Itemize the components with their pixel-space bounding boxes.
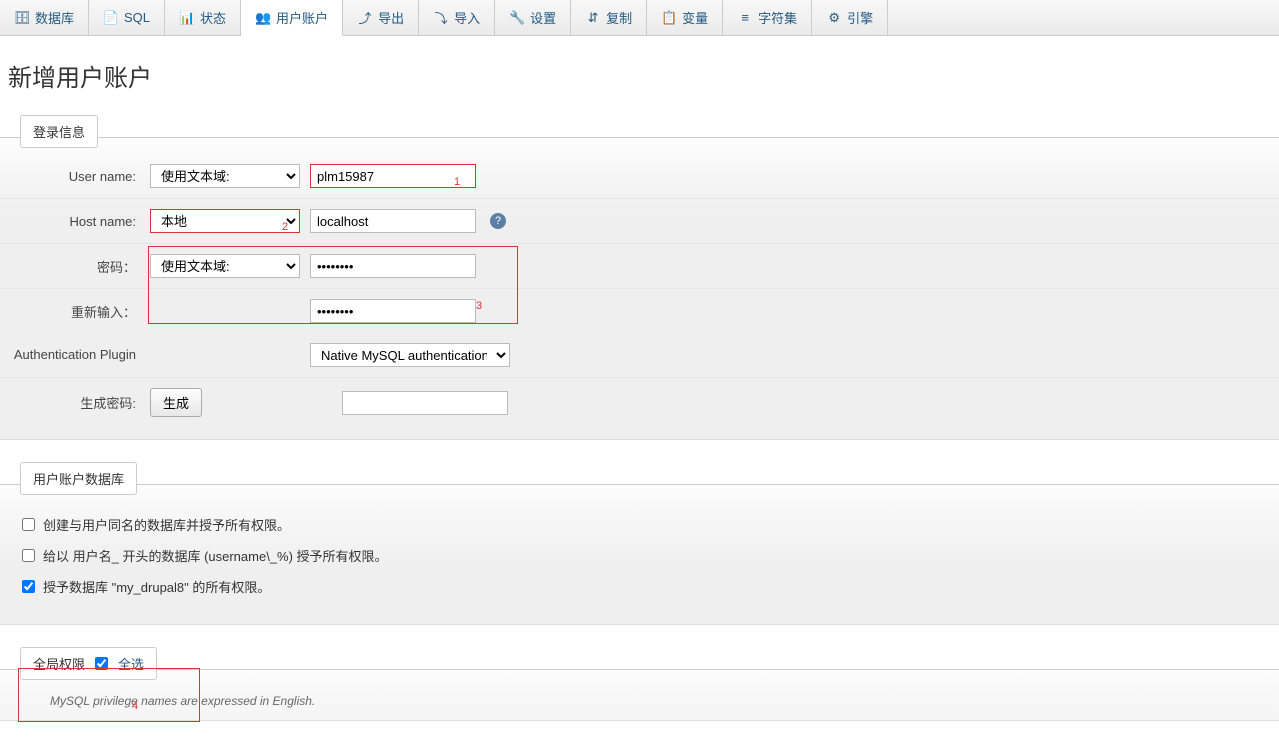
tab-status[interactable]: 📊状态	[165, 0, 241, 35]
tab-charsets[interactable]: ≡字符集	[723, 0, 812, 35]
import-icon: ⤵	[433, 10, 449, 26]
export-icon: ⤴	[357, 10, 373, 26]
select-all-link[interactable]: 全选	[118, 654, 144, 673]
select-all-checkbox[interactable]	[95, 657, 108, 670]
gen-password-label: 生成密码:	[0, 393, 150, 412]
status-icon: 📊	[179, 10, 195, 26]
password-input[interactable]	[310, 254, 476, 278]
grant-specific-db-checkbox[interactable]	[22, 580, 35, 593]
user-db-section: 用户账户数据库 创建与用户同名的数据库并授予所有权限。 给以 用户名_ 开头的数…	[0, 468, 1279, 625]
generate-password-button[interactable]: 生成	[150, 388, 202, 417]
annotation-4: 4	[132, 700, 138, 712]
tab-databases[interactable]: 🗄数据库	[0, 0, 89, 35]
privileges-footnote: MySQL privilege names are expressed in E…	[0, 686, 1279, 708]
grant-prefix-db-checkbox[interactable]	[22, 549, 35, 562]
annotation-3: 3	[476, 300, 482, 312]
annotation-1: 1	[454, 176, 460, 188]
hostname-input[interactable]	[310, 209, 476, 233]
tab-variables[interactable]: 📋变量	[647, 0, 723, 35]
generated-password-input[interactable]	[342, 391, 508, 415]
replication-icon: ⇵	[585, 10, 601, 26]
login-info-section: 登录信息 User name: 使用文本域: 1 Host name: 本地 2…	[0, 121, 1279, 440]
login-info-legend: 登录信息	[20, 115, 98, 148]
database-icon: 🗄	[14, 10, 30, 26]
auth-plugin-select[interactable]: Native MySQL authentication	[310, 343, 510, 367]
global-privileges-legend: 全局权限 全选	[20, 647, 157, 680]
create-samename-db-label: 创建与用户同名的数据库并授予所有权限。	[43, 515, 290, 534]
user-db-legend: 用户账户数据库	[20, 462, 137, 495]
sql-icon: 📄	[103, 10, 119, 26]
help-icon[interactable]: ?	[490, 213, 506, 229]
password-type-select[interactable]: 使用文本域:	[150, 254, 300, 278]
users-icon: 👥	[255, 10, 271, 26]
tab-settings[interactable]: 🔧设置	[495, 0, 571, 35]
hostname-label: Host name:	[0, 214, 150, 229]
annotation-2: 2	[282, 221, 288, 233]
tab-import[interactable]: ⤵导入	[419, 0, 495, 35]
global-privileges-section: 全局权限 全选 4 MySQL privilege names are expr…	[0, 653, 1279, 721]
tab-engines[interactable]: ⚙引擎	[812, 0, 888, 35]
retype-label: 重新输入：	[0, 302, 150, 321]
engine-icon: ⚙	[826, 10, 842, 26]
tab-sql[interactable]: 📄SQL	[89, 0, 165, 35]
username-label: User name:	[0, 169, 150, 184]
password-label: 密码：	[0, 257, 150, 276]
top-nav: 🗄数据库 📄SQL 📊状态 👥用户账户 ⤴导出 ⤵导入 🔧设置 ⇵复制 📋变量 …	[0, 0, 1279, 36]
grant-specific-db-label: 授予数据库 "my_drupal8" 的所有权限。	[43, 577, 270, 596]
tab-export[interactable]: ⤴导出	[343, 0, 419, 35]
create-samename-db-checkbox[interactable]	[22, 518, 35, 531]
hostname-type-select[interactable]: 本地	[150, 209, 300, 233]
retype-input[interactable]	[310, 299, 476, 323]
tab-replication[interactable]: ⇵复制	[571, 0, 647, 35]
variables-icon: 📋	[661, 10, 677, 26]
username-input[interactable]	[310, 164, 476, 188]
username-type-select[interactable]: 使用文本域:	[150, 164, 300, 188]
charset-icon: ≡	[737, 10, 753, 26]
page-title: 新增用户账户	[0, 36, 1279, 121]
grant-prefix-db-label: 给以 用户名_ 开头的数据库 (username\_%) 授予所有权限。	[43, 546, 388, 565]
auth-plugin-label: Authentication Plugin	[0, 347, 150, 364]
tab-user-accounts[interactable]: 👥用户账户	[241, 0, 343, 36]
settings-icon: 🔧	[509, 10, 525, 26]
